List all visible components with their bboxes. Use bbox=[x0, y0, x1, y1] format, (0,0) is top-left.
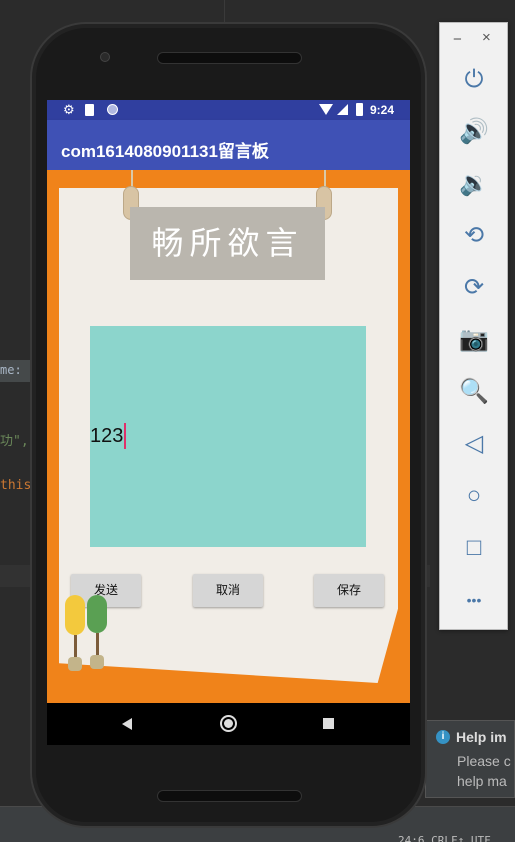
ide-status-text: 24:6 CRLF↕ UTF bbox=[398, 834, 491, 842]
overview-icon[interactable]: □ bbox=[459, 533, 489, 563]
recents-icon[interactable] bbox=[323, 718, 334, 729]
volume-up-icon[interactable]: 🔊 bbox=[459, 117, 489, 147]
sd-card-icon bbox=[85, 104, 94, 116]
signal-icon bbox=[337, 104, 348, 115]
circle-notification-icon bbox=[107, 104, 118, 115]
rotate-right-icon[interactable]: ⟳ bbox=[459, 273, 489, 303]
cancel-button[interactable]: 取消 bbox=[193, 574, 263, 607]
speaker-grille bbox=[157, 52, 302, 64]
rotate-left-icon[interactable]: ⟲ bbox=[459, 221, 489, 251]
volume-down-icon[interactable]: 🔉 bbox=[459, 169, 489, 199]
save-button[interactable]: 保存 bbox=[314, 574, 384, 607]
emulator-toolbar: − × ⏻ 🔊 🔉 ⟲ ⟳ 📷 🔍 ◁ ○ □ ••• bbox=[439, 22, 508, 630]
home-icon[interactable] bbox=[220, 715, 237, 732]
ide-name-label: me: bbox=[0, 360, 30, 382]
help-text: Please c bbox=[457, 753, 511, 769]
gear-icon: ⚙ bbox=[63, 102, 75, 117]
back-icon[interactable] bbox=[122, 718, 132, 730]
help-text: help ma bbox=[457, 773, 507, 789]
home-icon[interactable]: ○ bbox=[459, 481, 489, 511]
message-input[interactable]: 123 bbox=[90, 326, 366, 547]
speaker-grille bbox=[157, 790, 302, 802]
ide-code-line: this bbox=[0, 478, 32, 493]
status-time: 9:24 bbox=[370, 103, 395, 117]
help-title: Help im bbox=[456, 729, 507, 745]
message-value: 123 bbox=[90, 423, 127, 449]
text-cursor bbox=[124, 423, 127, 449]
minimize-button[interactable]: − bbox=[453, 31, 462, 48]
power-icon[interactable]: ⏻ bbox=[459, 65, 489, 95]
zoom-icon[interactable]: 🔍 bbox=[459, 377, 489, 407]
board-sign: 畅所欲言 bbox=[130, 207, 325, 280]
battery-icon bbox=[356, 103, 363, 116]
camera-icon bbox=[100, 52, 110, 62]
info-icon: i bbox=[436, 730, 450, 744]
status-bar: ⚙ 9:24 bbox=[47, 100, 410, 120]
close-button[interactable]: × bbox=[482, 29, 491, 46]
back-icon[interactable]: ◁ bbox=[459, 429, 489, 459]
message-board: 畅所欲言 123 发送 取消 保存 bbox=[47, 170, 410, 703]
navigation-bar bbox=[47, 703, 410, 745]
wifi-icon bbox=[319, 104, 333, 115]
phone-screen: ⚙ 9:24 com1614080901131留言板 畅所欲言 123 发送 取… bbox=[47, 100, 410, 745]
camera-icon[interactable]: 📷 bbox=[459, 325, 489, 355]
help-notification[interactable]: i Help im Please c help ma bbox=[425, 720, 515, 798]
more-icon[interactable]: ••• bbox=[459, 585, 489, 615]
app-bar-title: com1614080901131留言板 bbox=[47, 120, 410, 170]
message-text: 123 bbox=[90, 424, 124, 447]
smiley-decoration-icon bbox=[65, 595, 115, 675]
